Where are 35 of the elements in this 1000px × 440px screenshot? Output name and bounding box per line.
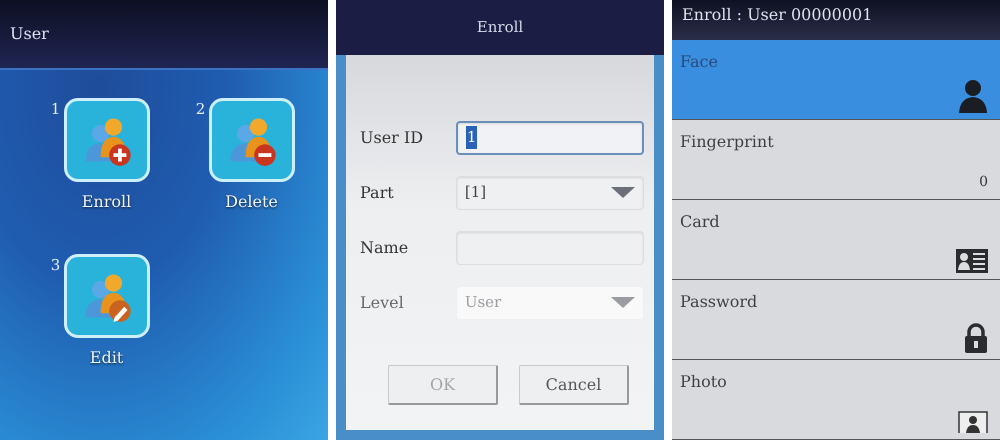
caret-icon [611, 186, 635, 198]
field-label: User ID [360, 126, 424, 148]
menu-tile-button[interactable] [209, 98, 296, 182]
menu-tile-button[interactable] [64, 98, 150, 182]
item-count: 0 [979, 173, 988, 192]
item-label: Password [680, 291, 758, 313]
tile-label: Enroll [80, 191, 132, 213]
list-item[interactable]: Photo [672, 360, 1000, 440]
photo-frame-icon [958, 411, 988, 433]
tile-label: Edit [88, 347, 124, 369]
menu-tile-button[interactable] [64, 254, 150, 338]
tile-number: 1 [50, 99, 60, 120]
item-label: Card [680, 211, 721, 233]
input-field[interactable]: 1 [456, 120, 644, 154]
screen-title: User [0, 0, 328, 70]
item-label: Photo [680, 371, 728, 393]
dialog-title: Enroll [476, 17, 524, 38]
item-label: Face [680, 51, 719, 73]
field-label: Level [360, 292, 405, 314]
person-silhouette-icon [958, 77, 988, 113]
list-item[interactable]: Card [672, 200, 1000, 280]
tile-number: 3 [50, 255, 60, 276]
screen-title: Enroll : User 00000001 [672, 0, 1000, 40]
tile-label: Delete [224, 191, 278, 213]
field-label: Part [360, 182, 395, 204]
list-item[interactable]: Password [672, 280, 1000, 360]
list-item[interactable]: Fingerprint 0 [672, 120, 1000, 200]
id-card-icon [956, 249, 988, 273]
item-label: Fingerprint [680, 131, 775, 153]
tile-number: 2 [196, 99, 206, 120]
caret-icon [611, 296, 635, 308]
padlock-icon [964, 323, 988, 353]
dropdown-field[interactable]: [1] [456, 176, 644, 210]
field-label: Name [360, 236, 410, 258]
dialog-button[interactable]: Cancel [519, 365, 629, 405]
